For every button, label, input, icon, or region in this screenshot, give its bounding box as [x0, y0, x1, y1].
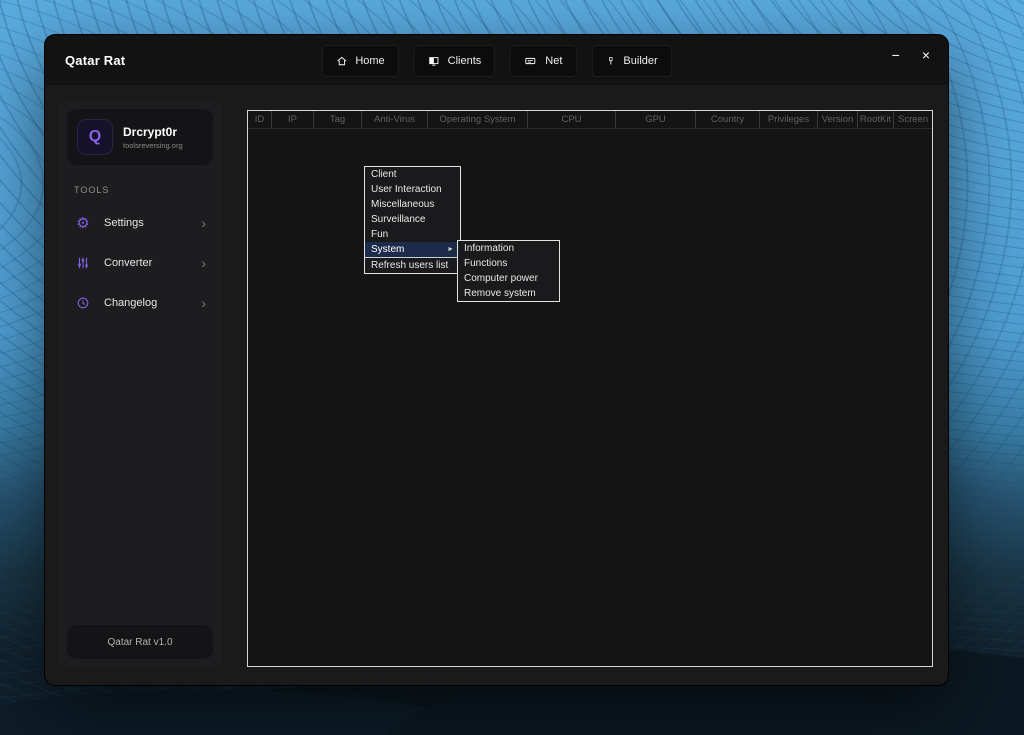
column-header-cpu[interactable]: CPU — [528, 111, 616, 128]
profile-card: Q Drcrypt0r toolsreversing.org — [67, 109, 213, 165]
home-button[interactable]: Home — [321, 45, 398, 77]
clients-icon — [428, 55, 440, 67]
column-header-antivirus[interactable]: Anti-Virus — [362, 111, 428, 128]
builder-button-label: Builder — [623, 55, 657, 67]
menu-item-system[interactable]: System ► — [365, 242, 460, 257]
column-header-gpu[interactable]: GPU — [616, 111, 696, 128]
column-header-tag[interactable]: Tag — [314, 111, 362, 128]
gear-icon: ⚙ — [74, 216, 92, 231]
profile-subtitle: toolsreversing.org — [123, 141, 183, 150]
chevron-right-icon: › — [201, 295, 206, 311]
menu-item-label: Computer power — [464, 271, 538, 286]
submenu-item-information[interactable]: Information — [458, 241, 559, 256]
sliders-icon — [74, 256, 92, 270]
close-button[interactable]: × — [922, 48, 930, 62]
profile-name: Drcrypt0r — [123, 125, 183, 139]
column-header-rootkit[interactable]: RootKit — [858, 111, 894, 128]
app-window: Qatar Rat Home Clients Net — [45, 35, 948, 685]
column-header-country[interactable]: Country — [696, 111, 760, 128]
titlebar: Qatar Rat Home Clients Net — [45, 35, 948, 85]
menu-item-label: Functions — [464, 256, 507, 271]
context-menu: Client User Interaction Miscellaneous Su… — [364, 166, 461, 274]
menu-item-refresh-users-list[interactable]: Refresh users list — [365, 258, 460, 273]
builder-icon — [605, 55, 615, 67]
column-header-screen[interactable]: Screen — [894, 111, 932, 128]
menu-item-fun[interactable]: Fun — [365, 227, 460, 242]
net-icon — [524, 55, 537, 67]
avatar: Q — [77, 119, 113, 155]
net-button-label: Net — [545, 55, 562, 67]
home-button-label: Home — [355, 55, 384, 67]
menu-item-label: Client — [371, 167, 397, 182]
menu-item-surveillance[interactable]: Surveillance — [365, 212, 460, 227]
submenu-arrow-icon: ► — [447, 242, 454, 257]
sidebar-item-changelog[interactable]: Changelog › — [58, 283, 222, 323]
menu-item-label: Surveillance — [371, 212, 425, 227]
net-button[interactable]: Net — [510, 45, 576, 77]
chevron-right-icon: › — [201, 255, 206, 271]
column-header-privileges[interactable]: Privileges — [760, 111, 818, 128]
sidebar-item-converter[interactable]: Converter › — [58, 243, 222, 283]
sidebar: Q Drcrypt0r toolsreversing.org TOOLS ⚙ S… — [58, 100, 222, 668]
sidebar-item-settings[interactable]: ⚙ Settings › — [58, 203, 222, 243]
history-clock-icon — [74, 296, 92, 310]
menu-item-label: Remove system — [464, 286, 536, 301]
menu-item-client[interactable]: Client — [365, 167, 460, 182]
builder-button[interactable]: Builder — [591, 45, 671, 77]
submenu-item-functions[interactable]: Functions — [458, 256, 559, 271]
menu-item-miscellaneous[interactable]: Miscellaneous — [365, 197, 460, 212]
column-header-ip[interactable]: IP — [272, 111, 314, 128]
submenu-item-remove-system[interactable]: Remove system — [458, 286, 559, 301]
menu-item-label: Miscellaneous — [371, 197, 434, 212]
system-submenu: Information Functions Computer power Rem… — [457, 240, 560, 302]
column-header-os[interactable]: Operating System — [428, 111, 528, 128]
column-header-id[interactable]: ID — [248, 111, 272, 128]
menu-item-label: User Interaction — [371, 182, 442, 197]
menu-item-label: Refresh users list — [371, 258, 448, 273]
window-controls: − × — [892, 48, 930, 62]
clients-listview: ID IP Tag Anti-Virus Operating System CP… — [247, 110, 933, 667]
minimize-button[interactable]: − — [892, 48, 900, 62]
table-header: ID IP Tag Anti-Virus Operating System CP… — [248, 111, 932, 129]
sidebar-item-label: Changelog — [104, 297, 189, 309]
home-icon — [335, 55, 347, 67]
clients-button[interactable]: Clients — [414, 45, 496, 77]
column-header-version[interactable]: Version — [818, 111, 858, 128]
menu-item-label: Fun — [371, 227, 388, 242]
top-nav: Home Clients Net Builder — [321, 45, 671, 77]
chevron-right-icon: › — [201, 215, 206, 231]
app-title: Qatar Rat — [65, 53, 125, 68]
menu-item-label: System — [371, 242, 404, 257]
sidebar-item-label: Settings — [104, 217, 189, 229]
clients-button-label: Clients — [448, 55, 482, 67]
tools-section-label: TOOLS — [74, 185, 206, 195]
menu-item-label: Information — [464, 241, 514, 256]
version-footer: Qatar Rat v1.0 — [67, 625, 213, 659]
submenu-item-computer-power[interactable]: Computer power — [458, 271, 559, 286]
menu-item-user-interaction[interactable]: User Interaction — [365, 182, 460, 197]
sidebar-item-label: Converter — [104, 257, 189, 269]
